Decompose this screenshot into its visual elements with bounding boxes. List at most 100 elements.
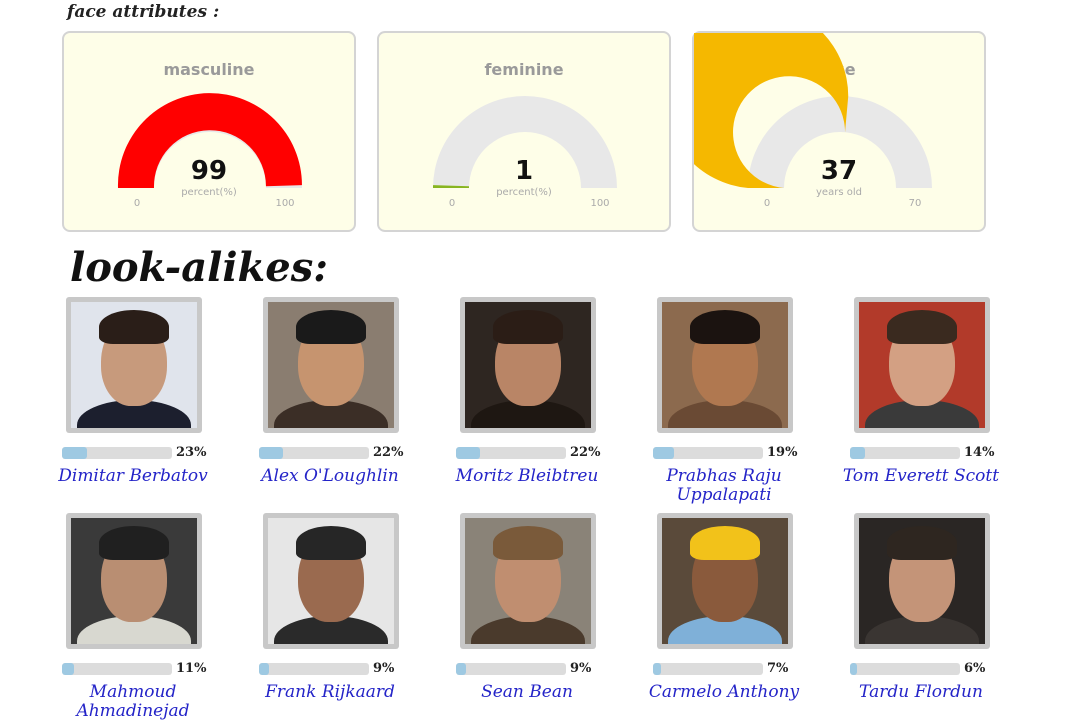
lookalike-photo[interactable]	[71, 302, 197, 428]
photo-hair	[493, 310, 563, 344]
lookalike-photo[interactable]	[662, 302, 788, 428]
lookalike-card: 9% Sean Bean	[452, 513, 649, 725]
lookalike-name-link[interactable]: Sean Bean	[442, 683, 612, 702]
lookalike-name-link[interactable]: Mahmoud Ahmadinejad	[48, 683, 218, 721]
lookalike-card: 22% Moritz Bleibtreu	[452, 297, 649, 509]
similarity-bar	[456, 447, 566, 459]
lookalike-card: 11% Mahmoud Ahmadinejad	[58, 513, 255, 725]
gauge-max-label: 100	[275, 198, 295, 209]
lookalike-card: 23% Dimitar Berbatov	[58, 297, 255, 509]
similarity-percent: 14%	[964, 445, 995, 460]
similarity-percent: 11%	[176, 661, 207, 676]
photo-hair	[99, 310, 169, 344]
similarity-bar-fill	[62, 447, 88, 459]
gauge-unit: percent(%)	[496, 187, 552, 198]
photo-hair	[296, 526, 366, 560]
gauge-arc	[433, 96, 617, 188]
lookalike-name-link[interactable]: Moritz Bleibtreu	[442, 467, 612, 486]
similarity-bar-fill	[653, 663, 661, 675]
gauge-min-label: 0	[763, 198, 771, 209]
lookalike-photo-frame[interactable]	[460, 513, 596, 649]
photo-hair	[296, 310, 366, 344]
similarity-percent: 6%	[964, 661, 986, 676]
similarity-bar-fill	[653, 447, 674, 459]
similarity-bar	[62, 663, 172, 675]
similarity-bar	[259, 447, 369, 459]
similarity-percent: 7%	[767, 661, 789, 676]
similarity-bar-fill	[456, 663, 466, 675]
gauge-arc	[117, 93, 302, 188]
similarity-percent: 22%	[570, 445, 601, 460]
similarity-bar	[259, 663, 369, 675]
gauge-card-feminine: feminine 1 percent(%) 0 100	[377, 31, 671, 232]
similarity-bar-fill	[850, 447, 866, 459]
lookalikes-heading: look-alikes:	[70, 244, 329, 291]
similarity-bar-fill	[456, 447, 481, 459]
lookalike-name-link[interactable]: Dimitar Berbatov	[48, 467, 218, 486]
lookalike-photo-frame[interactable]	[854, 297, 990, 433]
similarity-percent: 22%	[373, 445, 404, 460]
lookalike-name-link[interactable]: Frank Rijkaard	[245, 683, 415, 702]
lookalike-card: 9% Frank Rijkaard	[255, 513, 452, 725]
lookalike-name-link[interactable]: Tom Everett Scott	[836, 467, 1006, 486]
gauge-card-age: age37years old070	[692, 31, 986, 232]
lookalike-photo-frame[interactable]	[66, 513, 202, 649]
photo-hair	[690, 526, 760, 560]
gauge-value: 99	[190, 156, 228, 186]
lookalike-card: 19% Prabhas Raju Uppalapati	[649, 297, 846, 509]
photo-hair	[887, 526, 957, 560]
lookalike-name-link[interactable]: Tardu Flordun	[836, 683, 1006, 702]
lookalike-photo[interactable]	[859, 518, 985, 644]
similarity-bar	[653, 447, 763, 459]
gauge-value: 1	[514, 156, 534, 186]
photo-hair	[887, 310, 957, 344]
gauge-card-masculine: masculine 99 percent(%) 0 100	[62, 31, 356, 232]
lookalike-name-link[interactable]: Alex O'Loughlin	[245, 467, 415, 486]
lookalike-name-link[interactable]: Carmelo Anthony	[639, 683, 809, 702]
lookalike-photo-frame[interactable]	[263, 513, 399, 649]
similarity-bar-fill	[259, 663, 269, 675]
photo-hair	[99, 526, 169, 560]
lookalike-card: 6% Tardu Flordun	[846, 513, 1043, 725]
photo-hair	[493, 526, 563, 560]
gauge-unit: years old	[816, 187, 862, 198]
lookalike-photo-frame[interactable]	[263, 297, 399, 433]
gauge-value: 37	[820, 156, 858, 186]
gauge-min-label: 0	[448, 198, 456, 209]
similarity-percent: 19%	[767, 445, 798, 460]
lookalike-name-link[interactable]: Prabhas Raju Uppalapati	[639, 467, 809, 505]
similarity-bar	[62, 447, 172, 459]
lookalike-photo[interactable]	[859, 302, 985, 428]
similarity-bar	[850, 663, 960, 675]
lookalike-photo[interactable]	[465, 302, 591, 428]
lookalike-photo[interactable]	[662, 518, 788, 644]
similarity-percent: 9%	[570, 661, 592, 676]
lookalike-photo[interactable]	[268, 302, 394, 428]
lookalike-photo-frame[interactable]	[460, 297, 596, 433]
photo-hair	[690, 310, 760, 344]
similarity-bar-fill	[259, 447, 284, 459]
gauge-arc	[694, 33, 932, 188]
face-attributes-heading: face attributes :	[67, 2, 220, 22]
similarity-percent: 9%	[373, 661, 395, 676]
gauge-min-label: 0	[133, 198, 141, 209]
gauge-unit: percent(%)	[181, 187, 237, 198]
lookalike-card: 7% Carmelo Anthony	[649, 513, 846, 725]
similarity-bar	[456, 663, 566, 675]
lookalike-photo-frame[interactable]	[657, 513, 793, 649]
lookalike-photo[interactable]	[71, 518, 197, 644]
gauge-max-label: 70	[908, 198, 922, 209]
similarity-bar	[850, 447, 960, 459]
similarity-bar-fill	[62, 663, 75, 675]
lookalike-photo[interactable]	[465, 518, 591, 644]
gauge-max-label: 100	[590, 198, 610, 209]
lookalike-card: 14% Tom Everett Scott	[843, 297, 1043, 509]
lookalike-photo-frame[interactable]	[854, 513, 990, 649]
lookalike-photo-frame[interactable]	[66, 297, 202, 433]
similarity-bar	[653, 663, 763, 675]
lookalike-photo[interactable]	[268, 518, 394, 644]
lookalike-photo-frame[interactable]	[657, 297, 793, 433]
lookalike-card: 22% Alex O'Loughlin	[255, 297, 452, 509]
similarity-percent: 23%	[176, 445, 207, 460]
similarity-bar-fill	[850, 663, 857, 675]
